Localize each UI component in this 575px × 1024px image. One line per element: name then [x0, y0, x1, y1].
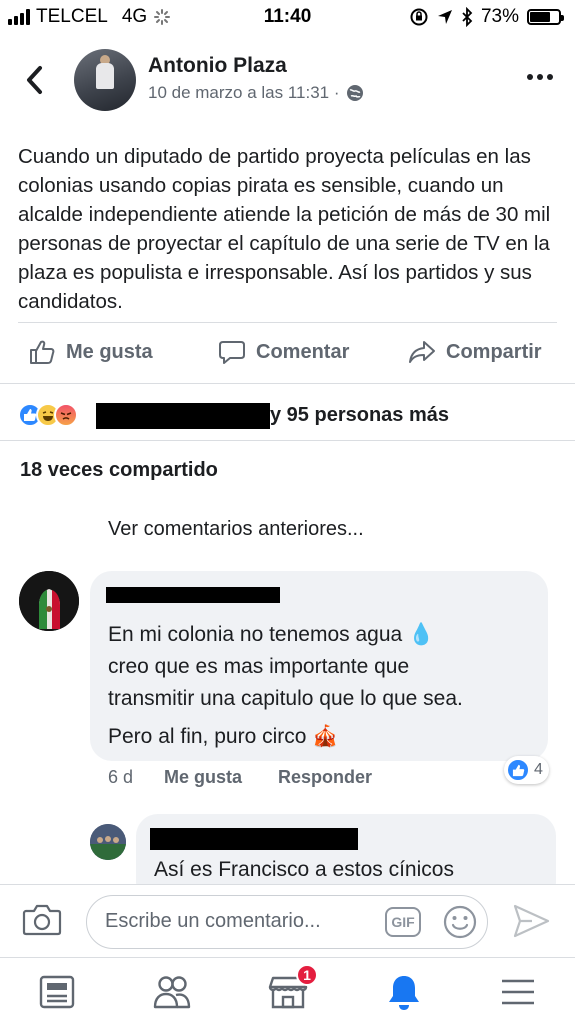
reactions-summary[interactable]: [18, 398, 78, 432]
back-button[interactable]: [20, 60, 50, 100]
post-date[interactable]: 10 de marzo a las 11:31 ·: [148, 83, 340, 103]
send-icon[interactable]: [512, 903, 550, 939]
divider: [18, 322, 557, 323]
post-meta: 10 de marzo a las 11:31 ·: [148, 83, 364, 103]
divider: [0, 383, 575, 384]
thumbs-up-icon: [30, 340, 55, 364]
reaction-count-number: 4: [534, 761, 543, 778]
tab-marketplace[interactable]: 1: [266, 964, 318, 1014]
author-avatar[interactable]: [74, 49, 136, 111]
commenter-avatar[interactable]: [19, 571, 79, 631]
comment-bubble-icon: [219, 341, 245, 364]
reactions-others-text[interactable]: y 95 personas más: [270, 404, 449, 427]
comment-button[interactable]: Comentar: [218, 338, 349, 366]
redacted-commenter-name: [106, 587, 280, 603]
post-actions: Me gusta Comentar Compartir: [0, 330, 575, 378]
reply-comment-text: Así es Francisco a estos cínicos: [154, 858, 454, 881]
comment-placeholder: Escribe un comentario...: [105, 910, 321, 932]
divider: [0, 440, 575, 441]
comment-composer: Escribe un comentario... GIF: [0, 884, 575, 956]
comment-line: En mi colonia no tenemos agua 💧: [108, 623, 435, 646]
bottom-tab-bar: 1: [0, 957, 575, 1024]
status-bar: TELCEL 4G 11:40 73%: [0, 0, 575, 34]
view-previous-comments-link[interactable]: Ver comentarios anteriores...: [108, 518, 364, 541]
battery-percent: 73%: [480, 6, 519, 27]
tab-notifications[interactable]: [382, 970, 426, 1014]
author-name[interactable]: Antonio Plaza: [148, 54, 287, 78]
comment-text: En mi colonia no tenemos agua 💧 creo que…: [108, 619, 538, 753]
tab-news-feed[interactable]: [35, 970, 79, 1014]
status-bar-right: 73%: [409, 6, 564, 28]
camera-icon[interactable]: [22, 903, 62, 937]
comment-line: creo que es mas importante que: [108, 655, 410, 678]
like-reaction-icon: [506, 758, 530, 782]
redacted-reply-name: [150, 828, 358, 850]
comment-label: Comentar: [256, 340, 350, 363]
post-header: Antonio Plaza 10 de marzo a las 11:31 ·: [0, 44, 575, 116]
comment-time: 6 d: [108, 767, 134, 787]
emoji-icon[interactable]: [442, 904, 478, 940]
comment-line: Pero al fin, puro circo 🎪: [108, 725, 339, 748]
bell-icon: [389, 976, 419, 1010]
location-arrow-icon: [437, 10, 452, 24]
bluetooth-icon: [462, 7, 473, 27]
like-button[interactable]: Me gusta: [28, 338, 153, 366]
redacted-names: [96, 403, 270, 429]
comment-reaction-count[interactable]: 4: [504, 756, 549, 784]
globe-icon: [346, 85, 363, 101]
share-label: Compartir: [446, 340, 542, 363]
marketplace-notification-badge: 1: [296, 964, 318, 986]
hamburger-menu-icon: [502, 979, 534, 1005]
like-label: Me gusta: [66, 340, 153, 363]
news-feed-icon: [39, 975, 75, 1009]
angry-reaction-icon: [54, 403, 78, 427]
group-photo-image: [90, 824, 126, 860]
friends-icon: [153, 976, 191, 1009]
battery-icon: [527, 9, 564, 25]
comment-like-button[interactable]: Me gusta: [164, 767, 242, 788]
gif-button[interactable]: GIF: [385, 907, 421, 937]
post-text: Cuando un diputado de partido proyecta p…: [18, 145, 551, 313]
comment-reply-button[interactable]: Responder: [278, 767, 372, 788]
tab-friends[interactable]: [150, 970, 194, 1014]
tab-menu[interactable]: [496, 970, 540, 1014]
share-button[interactable]: Compartir: [408, 338, 542, 366]
comment-input[interactable]: Escribe un comentario... GIF: [86, 895, 488, 949]
rotation-lock-icon: [410, 8, 428, 26]
comment-line: transmitir una capitulo que lo que sea.: [108, 687, 463, 710]
reply-commenter-avatar[interactable]: [90, 824, 126, 860]
comment-bubble[interactable]: En mi colonia no tenemos agua 💧 creo que…: [90, 571, 548, 761]
share-arrow-icon: [409, 341, 435, 363]
raised-fist-flag-image: [19, 571, 79, 631]
more-options-button[interactable]: [527, 74, 553, 80]
share-count[interactable]: 18 veces compartido: [20, 459, 218, 482]
